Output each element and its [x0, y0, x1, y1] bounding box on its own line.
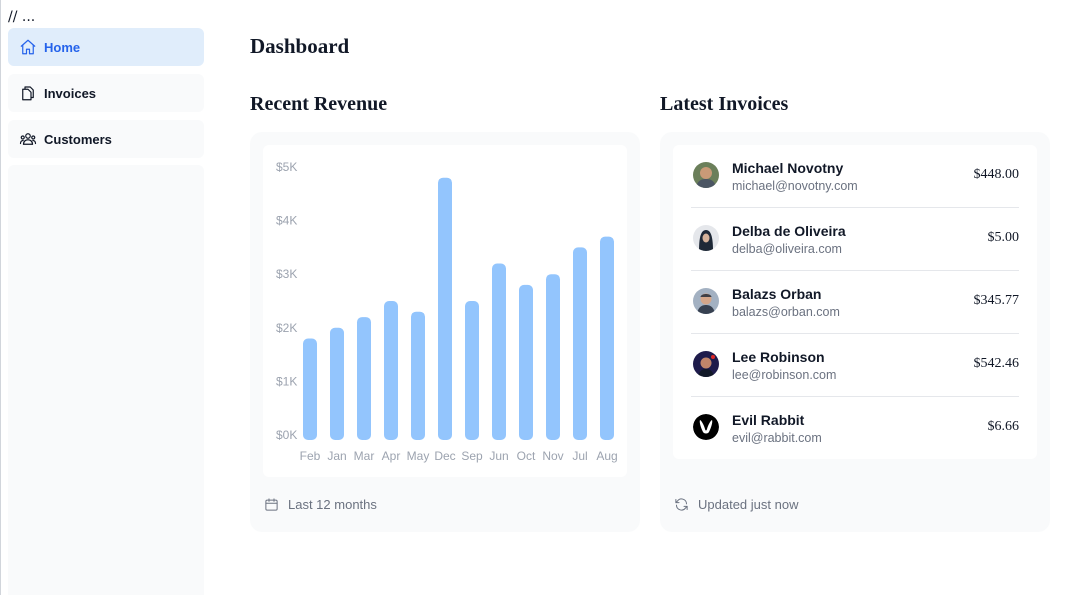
rabbit-logo [693, 414, 719, 440]
invoice-row[interactable]: Evil Rabbit evil@rabbit.com $6.66 [691, 397, 1019, 460]
x-tick-label: Mar [354, 449, 375, 463]
sidebar: Home Invoices Customers [8, 28, 204, 595]
invoices-footer-label: Updated just now [698, 496, 799, 512]
customer-email: evil@rabbit.com [732, 431, 822, 445]
window-edge [0, 0, 1, 595]
invoice-amount: $6.66 [987, 419, 1020, 434]
invoices-footer: Updated just now [674, 496, 798, 512]
x-tick-label: Jul [572, 449, 587, 463]
x-tick-label: Jan [327, 449, 346, 463]
revenue-bar[interactable] [384, 301, 398, 440]
x-tick-label: Nov [542, 449, 563, 463]
sidebar-item-label: Customers [44, 131, 112, 147]
x-tick-label: Oct [517, 449, 536, 463]
customer-name: Delba de Oliveira [732, 223, 846, 239]
x-tick-label: Jun [489, 449, 508, 463]
revenue-chart: $0K $1K $2K $3K $4K $5K Feb Jan Mar Apr May Dec Sep J… [276, 160, 618, 463]
revenue-bar[interactable] [546, 274, 560, 440]
x-tick-label: May [407, 449, 430, 463]
revenue-bar[interactable] [465, 301, 479, 440]
y-tick-label: $3K [276, 267, 297, 281]
revenue-chart-panel: $0K $1K $2K $3K $4K $5K Feb Jan Mar Apr May Dec Sep J… [263, 145, 627, 477]
revenue-bar[interactable] [600, 236, 614, 440]
page-title: Dashboard [250, 34, 350, 58]
sidebar-item-label: Home [44, 39, 81, 55]
revenue-bar[interactable] [492, 263, 506, 440]
revenue-title: Recent Revenue [250, 93, 388, 115]
avatar [693, 225, 719, 251]
sidebar-spacer [8, 165, 204, 595]
code-comment: // ... [8, 9, 36, 25]
user-group-icon [18, 129, 38, 149]
y-tick-label: $4K [276, 214, 297, 228]
avatar [693, 288, 719, 314]
y-tick-label: $1K [276, 374, 297, 388]
x-tick-label: Apr [382, 449, 401, 463]
invoice-amount: $5.00 [987, 230, 1020, 245]
revenue-bar[interactable] [573, 247, 587, 440]
revenue-card: $0K $1K $2K $3K $4K $5K Feb Jan Mar Apr May Dec Sep J… [250, 132, 640, 532]
revenue-bar[interactable] [303, 338, 317, 440]
customer-email: balazs@orban.com [732, 305, 840, 319]
refresh-icon [674, 496, 690, 512]
invoice-amount: $448.00 [973, 167, 1020, 182]
x-tick-label: Dec [434, 449, 455, 463]
revenue-bar[interactable] [357, 317, 371, 440]
avatar [693, 351, 719, 377]
invoices-title: Latest Invoices [660, 93, 789, 115]
document-duplicate-icon [18, 83, 38, 103]
y-tick-label: $5K [276, 160, 297, 174]
invoice-row[interactable]: Balazs Orban balazs@orban.com $345.77 [691, 271, 1019, 334]
invoice-row[interactable]: Lee Robinson lee@robinson.com $542.46 [691, 334, 1019, 397]
customer-name: Balazs Orban [732, 286, 822, 302]
avatar [693, 162, 719, 188]
customer-name: Evil Rabbit [732, 412, 805, 428]
x-tick-label: Sep [461, 449, 483, 463]
sidebar-item-customers[interactable]: Customers [8, 120, 204, 158]
x-tick-label: Aug [596, 449, 617, 463]
revenue-bar[interactable] [519, 284, 533, 440]
customer-email: michael@novotny.com [732, 179, 858, 193]
revenue-bar[interactable] [438, 177, 452, 440]
y-tick-label: $0K [276, 428, 297, 442]
calendar-icon [264, 496, 280, 512]
x-tick-label: Feb [300, 449, 321, 463]
revenue-bar[interactable] [330, 327, 344, 440]
y-tick-label: $2K [276, 321, 297, 335]
customer-name: Lee Robinson [732, 349, 825, 365]
invoice-row[interactable]: Michael Novotny michael@novotny.com $448… [691, 145, 1019, 208]
sidebar-item-label: Invoices [44, 85, 97, 101]
customer-email: delba@oliveira.com [732, 242, 842, 256]
invoice-amount: $345.77 [973, 293, 1020, 308]
revenue-footer-label: Last 12 months [288, 496, 377, 512]
revenue-footer: Last 12 months [264, 496, 377, 512]
app-root: // ... Home Invoices Customers Dashboard… [0, 0, 1080, 595]
customer-name: Michael Novotny [732, 160, 844, 176]
invoices-list: Michael Novotny michael@novotny.com $448… [673, 145, 1037, 459]
sidebar-item-home[interactable]: Home [8, 28, 204, 66]
sidebar-item-invoices[interactable]: Invoices [8, 74, 204, 112]
customer-email: lee@robinson.com [732, 368, 837, 382]
invoice-amount: $542.46 [973, 356, 1020, 371]
revenue-bar[interactable] [411, 311, 425, 440]
home-icon [18, 37, 38, 57]
invoice-row[interactable]: Delba de Oliveira delba@oliveira.com $5.… [691, 208, 1019, 271]
invoices-card: Michael Novotny michael@novotny.com $448… [660, 132, 1050, 532]
